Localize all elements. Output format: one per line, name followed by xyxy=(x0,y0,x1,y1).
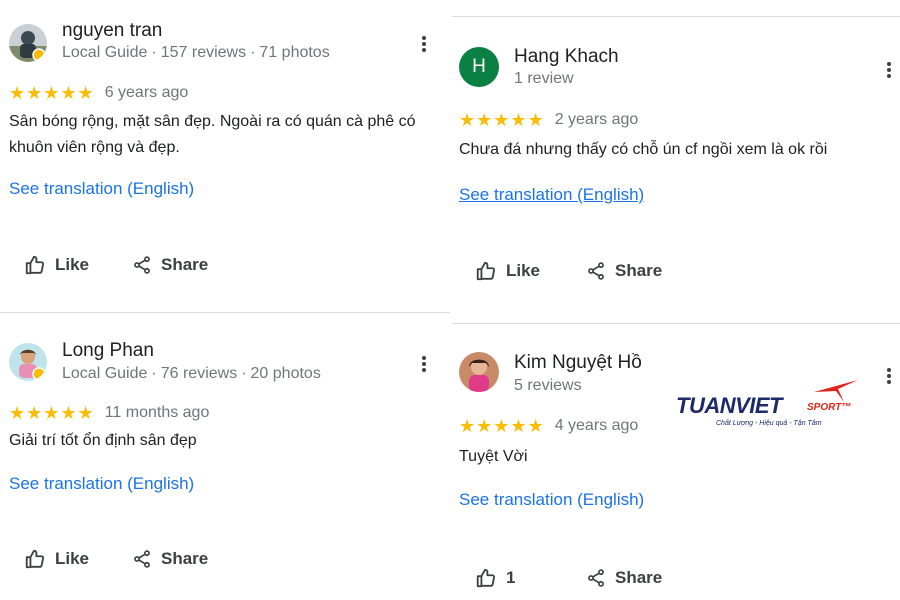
review-date: 6 years ago xyxy=(104,84,189,101)
avatar-letter: H xyxy=(472,56,486,77)
like-button[interactable]: Like xyxy=(475,260,540,282)
star-rating: ★★★★★ xyxy=(459,110,545,130)
more-vert-icon[interactable] xyxy=(886,60,892,80)
thumb-up-icon xyxy=(476,568,496,588)
reviewer-name[interactable]: Hang Khach xyxy=(514,46,619,68)
top-divider xyxy=(452,16,900,17)
photo-count: 20 photos xyxy=(250,365,321,382)
like-label: Like xyxy=(55,255,90,274)
local-guide-label: Local Guide xyxy=(62,44,148,61)
logo-swoosh-icon xyxy=(814,380,858,402)
share-button[interactable]: Share xyxy=(132,254,208,276)
logo-wordmark: TUANVIET xyxy=(676,393,783,418)
see-translation-link[interactable]: See translation (English) xyxy=(459,185,644,205)
reviewer-meta: 5 reviews xyxy=(514,377,582,395)
avatar[interactable] xyxy=(9,24,47,62)
review-count: 5 reviews xyxy=(514,377,582,394)
avatar[interactable]: H xyxy=(459,47,499,87)
reviewer-name[interactable]: Kim Nguyệt Hồ xyxy=(514,352,642,374)
share-button[interactable]: Share xyxy=(132,548,208,570)
reviewer-name[interactable]: nguyen tran xyxy=(62,20,162,42)
review-text: Giải trí tốt ổn định sân đẹp xyxy=(9,432,197,449)
avatar[interactable] xyxy=(9,343,47,381)
thumb-up-icon xyxy=(476,261,496,281)
more-vert-icon[interactable] xyxy=(421,34,427,54)
review-date: 4 years ago xyxy=(554,417,639,434)
review-count: 1 review xyxy=(514,70,574,87)
share-icon xyxy=(134,256,150,274)
review-count: 157 reviews xyxy=(160,44,247,61)
middle-divider-left xyxy=(0,312,450,313)
star-rating: ★★★★★ xyxy=(9,403,95,423)
see-translation-link[interactable]: See translation (English) xyxy=(9,179,194,199)
share-label: Share xyxy=(161,255,209,274)
like-count: 1 xyxy=(506,568,516,587)
share-icon xyxy=(588,569,604,587)
review-text: Chưa đá nhưng thấy có chỗ ún cf ngồi xem… xyxy=(459,141,828,158)
more-vert-icon[interactable] xyxy=(421,354,427,374)
share-label: Share xyxy=(161,549,209,568)
like-button[interactable]: Like xyxy=(24,254,89,276)
review-date: 2 years ago xyxy=(554,111,639,128)
see-translation-link[interactable]: See translation (English) xyxy=(9,474,194,494)
local-guide-label: Local Guide xyxy=(62,365,148,382)
review-text: Tuyệt Vời xyxy=(459,448,528,465)
more-vert-icon[interactable] xyxy=(886,366,892,386)
like-button[interactable]: 1 xyxy=(475,567,515,589)
star-rating: ★★★★★ xyxy=(9,83,95,103)
share-icon xyxy=(134,550,150,568)
share-button[interactable]: Share xyxy=(586,260,662,282)
like-label: Like xyxy=(55,549,90,568)
see-translation-link[interactable]: See translation (English) xyxy=(459,490,644,510)
rating-row: ★★★★★ 6 years ago xyxy=(9,84,188,102)
reviewer-meta: Local Guide · 157 reviews · 71 photos xyxy=(62,44,330,61)
logo-tagline: Chất Lượng - Hiệu quả - Tận Tâm xyxy=(716,420,822,427)
like-label: Like xyxy=(506,261,541,280)
thumb-up-icon xyxy=(25,549,45,569)
rating-row: ★★★★★ 2 years ago xyxy=(459,111,638,129)
thumb-up-icon xyxy=(25,255,45,275)
logo-sport-text: SPORT™ xyxy=(807,402,852,413)
reviewer-name[interactable]: Long Phan xyxy=(62,340,154,362)
reviewer-meta: Local Guide · 76 reviews · 20 photos xyxy=(62,365,321,382)
rating-row: ★★★★★ 11 months ago xyxy=(9,404,209,422)
review-text: Sân bóng rộng, mặt sân đẹp. Ngoài ra có … xyxy=(9,113,416,156)
reviewer-meta: 1 review xyxy=(514,70,574,88)
photo-count: 71 photos xyxy=(259,44,330,61)
review-count: 76 reviews xyxy=(160,365,238,382)
avatar[interactable] xyxy=(459,352,499,392)
share-label: Share xyxy=(615,568,663,587)
star-rating: ★★★★★ xyxy=(459,416,545,436)
review-date: 11 months ago xyxy=(104,404,210,421)
tuanviet-sport-logo: TUANVIET SPORT™ Chất Lượng - Hiệu quả - … xyxy=(676,378,872,434)
rating-row: ★★★★★ 4 years ago xyxy=(459,417,638,435)
share-button[interactable]: Share xyxy=(586,567,662,589)
share-label: Share xyxy=(615,261,663,280)
like-button[interactable]: Like xyxy=(24,548,89,570)
middle-divider-right xyxy=(452,323,900,324)
share-icon xyxy=(588,262,604,280)
